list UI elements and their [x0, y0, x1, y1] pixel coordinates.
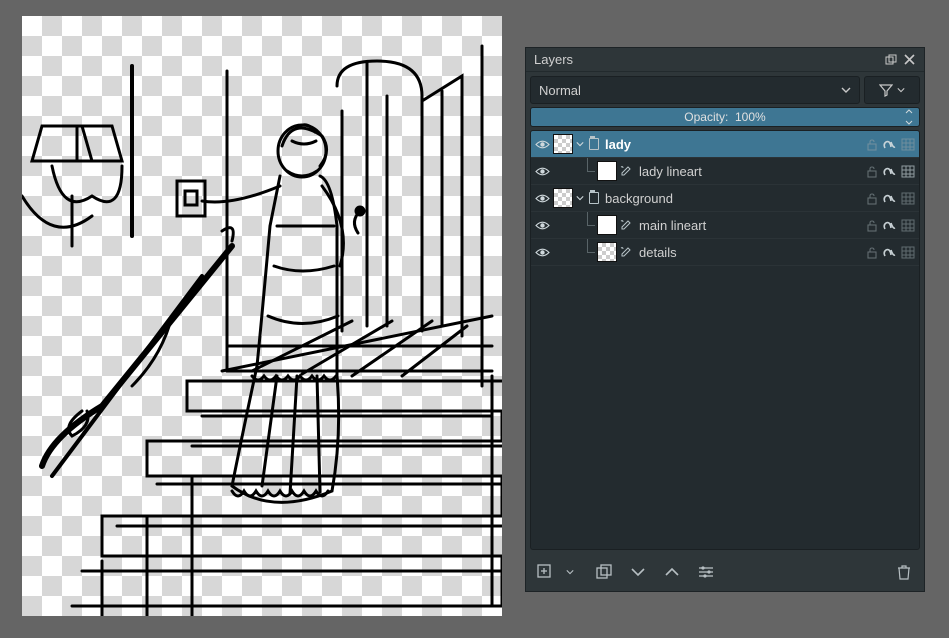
- panel-titlebar[interactable]: Layers: [526, 48, 924, 72]
- tree-branch: [579, 239, 597, 265]
- layer-thumbnail: [597, 161, 617, 181]
- canvas-viewport[interactable]: [22, 16, 502, 616]
- opacity-label: Opacity:: [684, 110, 728, 124]
- alpha-icon[interactable]: [881, 135, 899, 153]
- properties-icon[interactable]: [696, 562, 716, 582]
- group-folder-icon: [589, 192, 599, 204]
- blend-mode-value: Normal: [539, 83, 581, 98]
- panel-body: Normal Opacity: 100% lady lady lineart bac…: [526, 72, 924, 591]
- alpha-icon[interactable]: [881, 243, 899, 261]
- tree-branch: [579, 212, 597, 238]
- alpha-icon[interactable]: [881, 189, 899, 207]
- group-folder-icon: [589, 138, 599, 150]
- duplicate-layer-icon[interactable]: [594, 562, 614, 582]
- layer-row[interactable]: details: [531, 239, 919, 266]
- paintlayer-icon: [619, 218, 633, 232]
- blend-mode-select[interactable]: Normal: [530, 76, 860, 104]
- opacity-spin[interactable]: [905, 109, 917, 125]
- expand-toggle-icon[interactable]: [575, 195, 585, 201]
- layer-row[interactable]: lady: [531, 131, 919, 158]
- chevron-down-icon: [897, 87, 905, 93]
- layer-thumbnail: [553, 188, 573, 208]
- float-icon[interactable]: [882, 51, 900, 69]
- artwork-lineart: [22, 16, 502, 616]
- layer-thumbnail: [597, 242, 617, 262]
- tree-branch: [579, 158, 597, 184]
- close-icon[interactable]: [900, 51, 918, 69]
- delete-icon[interactable]: [894, 562, 914, 582]
- visibility-toggle-icon[interactable]: [531, 193, 553, 204]
- lock-icon[interactable]: [863, 216, 881, 234]
- expand-toggle-icon[interactable]: [575, 141, 585, 147]
- layer-name[interactable]: details: [639, 245, 863, 260]
- layer-filter-button[interactable]: [864, 76, 920, 104]
- inherit-alpha-icon[interactable]: [899, 135, 917, 153]
- layer-name[interactable]: lady lineart: [639, 164, 863, 179]
- panel-footer: [530, 553, 920, 587]
- inherit-alpha-icon[interactable]: [899, 216, 917, 234]
- paintlayer-icon: [619, 164, 633, 178]
- lock-icon[interactable]: [863, 189, 881, 207]
- opacity-slider[interactable]: Opacity: 100%: [530, 107, 920, 127]
- visibility-toggle-icon[interactable]: [531, 139, 553, 150]
- inherit-alpha-icon[interactable]: [899, 243, 917, 261]
- layer-row[interactable]: background: [531, 185, 919, 212]
- lock-icon[interactable]: [863, 243, 881, 261]
- panel-title-text: Layers: [534, 52, 882, 67]
- layers-panel: Layers Normal Opacity: 100%: [525, 47, 925, 592]
- lock-icon[interactable]: [863, 162, 881, 180]
- funnel-icon: [879, 83, 893, 97]
- layer-name[interactable]: main lineart: [639, 218, 863, 233]
- inherit-alpha-icon[interactable]: [899, 189, 917, 207]
- add-layer-menu-chevron-icon[interactable]: [560, 562, 580, 582]
- layer-thumbnail: [597, 215, 617, 235]
- add-layer-icon[interactable]: [536, 562, 556, 582]
- layer-name[interactable]: background: [605, 191, 863, 206]
- move-down-icon[interactable]: [628, 562, 648, 582]
- layer-row[interactable]: lady lineart: [531, 158, 919, 185]
- chevron-down-icon: [841, 87, 851, 93]
- layer-name[interactable]: lady: [605, 137, 863, 152]
- opacity-value: 100%: [735, 110, 766, 124]
- alpha-icon[interactable]: [881, 216, 899, 234]
- inherit-alpha-icon[interactable]: [899, 162, 917, 180]
- lock-icon[interactable]: [863, 135, 881, 153]
- visibility-toggle-icon[interactable]: [531, 220, 553, 231]
- layer-list[interactable]: lady lady lineart background main lineart de…: [530, 130, 920, 550]
- visibility-toggle-icon[interactable]: [531, 247, 553, 258]
- layer-row[interactable]: main lineart: [531, 212, 919, 239]
- alpha-icon[interactable]: [881, 162, 899, 180]
- move-up-icon[interactable]: [662, 562, 682, 582]
- visibility-toggle-icon[interactable]: [531, 166, 553, 177]
- paintlayer-icon: [619, 245, 633, 259]
- layer-thumbnail: [553, 134, 573, 154]
